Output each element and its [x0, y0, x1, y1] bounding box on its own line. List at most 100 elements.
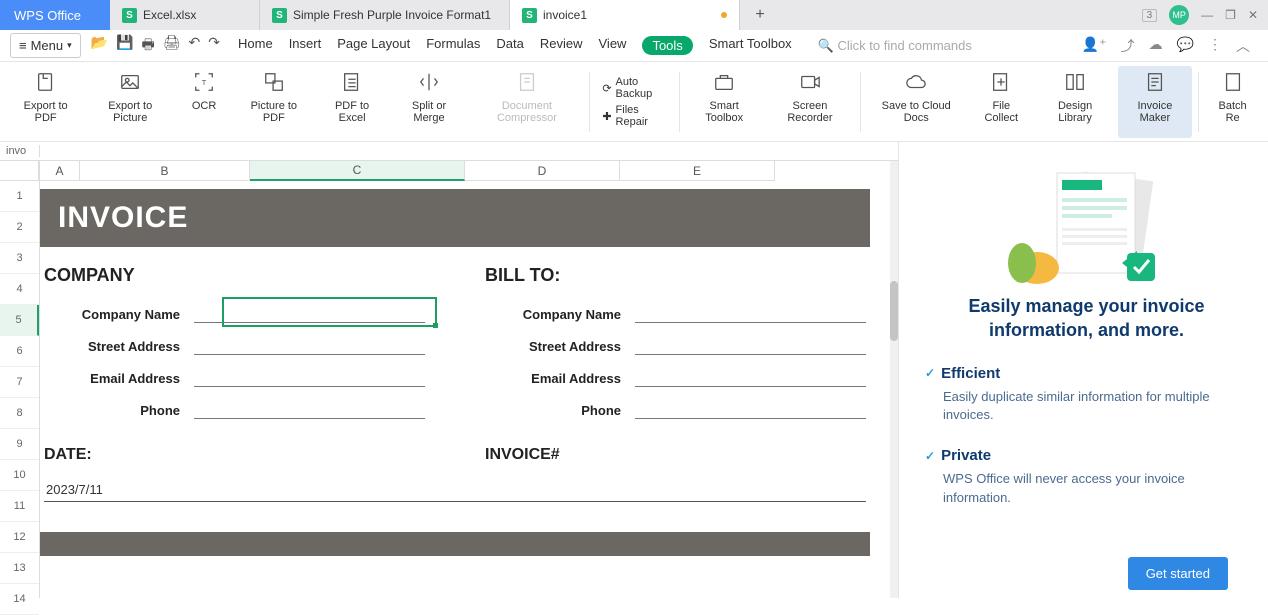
menu-smart-toolbox[interactable]: Smart Toolbox [709, 36, 792, 55]
field-input-line[interactable] [194, 369, 425, 387]
field-label: Street Address [44, 339, 194, 354]
row-header[interactable]: 7 [0, 367, 39, 398]
avatar[interactable]: MP [1169, 5, 1189, 25]
open-icon[interactable]: 📂 [91, 34, 108, 58]
row-header[interactable]: 14 [0, 584, 39, 615]
doc-tab-2[interactable]: S invoice1 [510, 0, 740, 30]
collapse-ribbon-icon[interactable]: ︿ [1236, 36, 1250, 56]
window-count-badge[interactable]: 3 [1142, 9, 1158, 22]
split-or-merge-button[interactable]: Split or Merge [392, 66, 467, 138]
scroll-thumb[interactable] [890, 281, 898, 341]
export-to-picture-button[interactable]: Export to Picture [87, 66, 173, 138]
menu-home[interactable]: Home [238, 36, 273, 55]
grid-wrap[interactable]: ABCDE INVOICE COMPANY Company NameStreet… [40, 161, 890, 598]
ocr-icon: T [193, 71, 215, 93]
row-header[interactable]: 9 [0, 429, 39, 460]
field-input-line[interactable] [194, 305, 425, 323]
save-icon[interactable]: 💾 [116, 34, 133, 58]
menu-page-layout[interactable]: Page Layout [337, 36, 410, 55]
field-input-line[interactable] [635, 401, 866, 419]
doc-tab-1[interactable]: S Simple Fresh Purple Invoice Format1 [260, 0, 510, 30]
column-header[interactable]: E [620, 161, 775, 181]
row-header[interactable]: 8 [0, 398, 39, 429]
select-all-corner[interactable] [0, 161, 39, 181]
ribbon-tabs: Home Insert Page Layout Formulas Data Re… [238, 36, 792, 55]
get-started-button[interactable]: Get started [1128, 557, 1228, 590]
print-preview-icon[interactable]: 🖨 [163, 34, 181, 58]
column-header[interactable]: A [40, 161, 80, 181]
row-headers: 1234567891011121314 [0, 161, 40, 598]
auto-backup-button[interactable]: ⟳ Auto Backup [602, 76, 667, 100]
ribbon-label: Save to Cloud Docs [875, 100, 958, 124]
brand-tab[interactable]: WPS Office [0, 0, 110, 30]
app-menu-button[interactable]: ≡ Menu ▾ [10, 33, 81, 58]
minimize-icon[interactable]: — [1201, 8, 1213, 22]
screen-recorder-button[interactable]: Screen Recorder [766, 66, 853, 138]
row-header[interactable]: 4 [0, 274, 39, 305]
field-input-line[interactable] [194, 337, 425, 355]
app-menu-label: Menu [31, 38, 64, 53]
invoice-number-label: INVOICE# [485, 446, 866, 464]
command-search[interactable]: 🔍 Click to find commands [818, 38, 1076, 54]
row-header[interactable]: 12 [0, 522, 39, 553]
menu-formulas[interactable]: Formulas [426, 36, 480, 55]
column-header[interactable]: B [80, 161, 250, 181]
export-to-pdf-button[interactable]: Export to PDF [8, 66, 83, 138]
row-header[interactable]: 5 [0, 305, 39, 336]
export-icon[interactable]: ⤴ [1121, 36, 1135, 56]
share-icon[interactable]: 👤⁺ [1082, 36, 1107, 56]
pdf-export-icon [35, 71, 57, 93]
file-collect-button[interactable]: File Collect [970, 66, 1033, 138]
print-icon[interactable]: 🖶 [142, 34, 155, 58]
doc-tab-0[interactable]: S Excel.xlsx [110, 0, 260, 30]
svg-text:T: T [202, 78, 207, 87]
files-repair-button[interactable]: ✚ Files Repair [602, 104, 667, 128]
row-header[interactable]: 13 [0, 553, 39, 584]
close-icon[interactable]: ✕ [1248, 8, 1258, 22]
chevron-down-icon: ▾ [67, 40, 72, 51]
ribbon-label: Invoice Maker [1126, 100, 1185, 124]
invoice-maker-button[interactable]: Invoice Maker [1118, 66, 1193, 138]
redo-icon[interactable]: ↷ [208, 34, 220, 58]
vertical-scrollbar[interactable] [890, 161, 898, 598]
new-tab-button[interactable]: + [740, 0, 780, 30]
picture-to-pdf-button[interactable]: Picture to PDF [235, 66, 312, 138]
more-icon[interactable]: ⋮ [1208, 36, 1222, 56]
file-collect-icon [990, 71, 1012, 93]
save-to-cloud-button[interactable]: Save to Cloud Docs [867, 66, 966, 138]
menu-insert[interactable]: Insert [289, 36, 322, 55]
menu-data[interactable]: Data [496, 36, 523, 55]
maximize-icon[interactable]: ❐ [1225, 8, 1236, 22]
pdf-to-excel-button[interactable]: PDF to Excel [317, 66, 388, 138]
invoice-title-band: INVOICE [40, 189, 870, 247]
field-input-line[interactable] [635, 305, 866, 323]
undo-icon[interactable]: ↶ [189, 34, 201, 58]
feedback-icon[interactable]: 💬 [1177, 36, 1194, 56]
row-header[interactable]: 2 [0, 212, 39, 243]
ribbon-label: PDF to Excel [325, 100, 380, 124]
row-header[interactable]: 10 [0, 460, 39, 491]
company-section-title: COMPANY [44, 265, 425, 286]
field-input-line[interactable] [194, 401, 425, 419]
menu-review[interactable]: Review [540, 36, 583, 55]
recorder-icon [799, 71, 821, 93]
smart-toolbox-button[interactable]: Smart Toolbox [686, 66, 762, 138]
design-library-button[interactable]: Design Library [1037, 66, 1114, 138]
field-input-line[interactable] [635, 369, 866, 387]
doc-tab-label: Excel.xlsx [143, 8, 196, 22]
ocr-button[interactable]: TOCR [177, 66, 231, 138]
column-header[interactable]: C [250, 161, 465, 181]
command-search-placeholder: Click to find commands [837, 38, 971, 53]
cloud-icon[interactable]: ☁ [1149, 36, 1163, 56]
compressor-icon [516, 71, 538, 93]
batch-rename-button[interactable]: Batch Re [1205, 66, 1260, 138]
row-header[interactable]: 3 [0, 243, 39, 274]
column-header[interactable]: D [465, 161, 620, 181]
field-input-line[interactable] [635, 337, 866, 355]
menu-view[interactable]: View [599, 36, 627, 55]
name-box[interactable]: invo [0, 145, 40, 157]
row-header[interactable]: 11 [0, 491, 39, 522]
menu-tools[interactable]: Tools [642, 36, 692, 55]
row-header[interactable]: 1 [0, 181, 39, 212]
row-header[interactable]: 6 [0, 336, 39, 367]
